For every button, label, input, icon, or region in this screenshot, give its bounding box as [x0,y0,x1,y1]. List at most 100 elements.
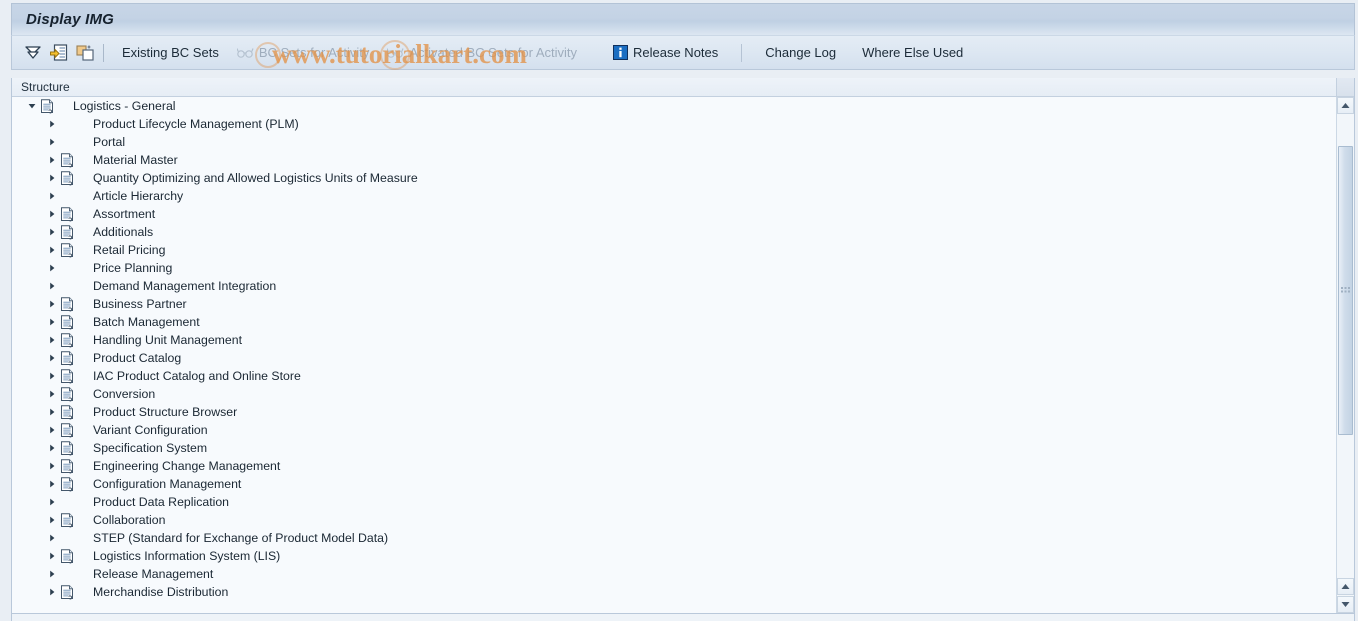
tree-item-label: Quantity Optimizing and Allowed Logistic… [93,171,418,185]
tree-row[interactable]: Product Data Replication [12,493,1336,511]
chevron-right-icon[interactable] [46,475,57,493]
toolbar-divider-1 [103,43,104,62]
tree-row[interactable]: Product Catalog [12,349,1336,367]
img-document-icon [57,385,77,403]
img-document-icon [57,547,77,565]
tree-item-label: Logistics - General [73,99,176,113]
chevron-right-icon[interactable] [46,421,57,439]
chevron-right-icon[interactable] [46,511,57,529]
chevron-right-icon[interactable] [46,457,57,475]
where-else-used-button[interactable]: Where Else Used [853,42,972,63]
chevron-right-icon[interactable] [46,385,57,403]
chevron-right-icon[interactable] [46,349,57,367]
tree-item-label: STEP (Standard for Exchange of Product M… [93,531,389,545]
tree-item-label: Product Catalog [93,351,182,365]
tree-item-label: Variant Configuration [93,423,208,437]
scroll-down-button[interactable] [1337,596,1354,613]
tree-row[interactable]: Variant Configuration [12,421,1336,439]
tree-row[interactable]: Price Planning [12,259,1336,277]
tree-row[interactable]: Specification System [12,439,1336,457]
chevron-right-icon[interactable] [46,493,57,511]
img-document-icon [57,367,77,385]
chevron-right-icon[interactable] [46,583,57,601]
chevron-right-icon[interactable] [46,151,57,169]
tree-row[interactable]: Retail Pricing [12,241,1336,259]
tree-row[interactable]: Article Hierarchy [12,187,1336,205]
chevron-right-icon[interactable] [46,133,57,151]
tree-row[interactable]: Handling Unit Management [12,331,1336,349]
chevron-right-icon[interactable] [46,223,57,241]
tree-row[interactable]: Merchandise Distribution [12,583,1336,601]
info-icon [613,45,628,60]
release-notes-button[interactable]: Release Notes [604,42,727,63]
tree-row[interactable]: Product Lifecycle Management (PLM) [12,115,1336,133]
tree-row[interactable]: Collaboration [12,511,1336,529]
tree-item-label: Batch Management [93,315,200,329]
img-document-icon [57,403,77,421]
chevron-right-icon[interactable] [46,367,57,385]
scroll-up-button[interactable] [1337,97,1354,114]
tree-row[interactable]: Portal [12,133,1336,151]
tree-item-label: Retail Pricing [93,243,166,257]
vertical-scrollbar[interactable] [1336,97,1354,613]
toolbar-divider-2 [741,43,743,62]
tree-item-label: Business Partner [93,297,187,311]
tree-row[interactable]: Batch Management [12,313,1336,331]
chevron-right-icon[interactable] [46,115,57,133]
img-document-icon [57,349,77,367]
chevron-right-icon[interactable] [46,259,57,277]
chevron-right-icon[interactable] [46,403,57,421]
tree-row[interactable]: IAC Product Catalog and Online Store [12,367,1336,385]
chevron-right-icon[interactable] [46,439,57,457]
chevron-right-icon[interactable] [46,313,57,331]
copy-objects-icon[interactable] [72,41,98,65]
tree-row[interactable]: Conversion [12,385,1336,403]
chevron-right-icon[interactable] [46,187,57,205]
tree-row[interactable]: Material Master [12,151,1336,169]
tree-item-label: Material Master [93,153,178,167]
tree-row[interactable]: Business Partner [12,295,1336,313]
column-resize-grip[interactable] [1336,78,1354,96]
tree-row[interactable]: Engineering Change Management [12,457,1336,475]
tree-row[interactable]: Logistics Information System (LIS) [12,547,1336,565]
img-document-icon [57,331,77,349]
page-title: Display IMG [26,11,115,28]
chevron-right-icon[interactable] [46,331,57,349]
tree-row[interactable]: STEP (Standard for Exchange of Product M… [12,529,1336,547]
img-document-icon [57,457,77,475]
chevron-right-icon[interactable] [46,169,57,187]
tree-row[interactable]: Quantity Optimizing and Allowed Logistic… [12,169,1336,187]
tree-item-label: IAC Product Catalog and Online Store [93,369,301,383]
expand-collapse-icon[interactable] [20,41,46,65]
chevron-right-icon[interactable] [46,565,57,583]
change-log-button[interactable]: Change Log [756,42,845,63]
tree-item-label: Conversion [93,387,156,401]
existing-bc-sets-button[interactable]: Existing BC Sets [113,42,228,63]
chevron-right-icon[interactable] [46,529,57,547]
application-toolbar: Existing BC Sets BC Sets for Activity Ac… [11,35,1355,70]
tree-row[interactable]: Additionals [12,223,1336,241]
tree-item-label: Configuration Management [93,477,242,491]
tree-row[interactable]: Logistics - General [12,97,1336,115]
tree-row[interactable]: Release Management [12,565,1336,583]
chevron-right-icon[interactable] [46,547,57,565]
tree-item-label: Product Data Replication [93,495,230,509]
chevron-right-icon[interactable] [46,295,57,313]
chevron-right-icon[interactable] [46,241,57,259]
tree-row[interactable]: Configuration Management [12,475,1336,493]
document-export-icon[interactable] [46,41,72,65]
chevron-down-icon[interactable] [26,97,37,115]
glasses-icon [236,47,254,58]
tree-row[interactable]: Demand Management Integration [12,277,1336,295]
tree-row[interactable]: Product Structure Browser [12,403,1336,421]
bc-sets-for-activity-button[interactable]: BC Sets for Activity [228,42,379,63]
tree-row[interactable]: Assortment [12,205,1336,223]
scrollbar-thumb[interactable] [1338,146,1353,436]
tree-item-label: Article Hierarchy [93,189,184,203]
activated-bc-sets-for-activity-button[interactable]: Activated BC Sets for Activity [378,42,586,63]
chevron-right-icon[interactable] [46,205,57,223]
chevron-right-icon[interactable] [46,277,57,295]
img-document-icon [57,205,77,223]
scroll-up-button-bottom[interactable] [1337,578,1354,595]
img-document-icon [57,223,77,241]
